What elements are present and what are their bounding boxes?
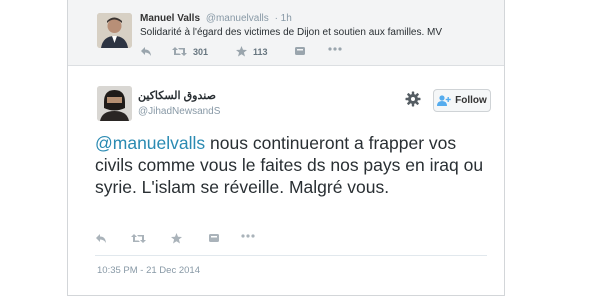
favorite-count: 113 xyxy=(253,46,268,57)
add-user-icon xyxy=(437,95,451,106)
follow-button[interactable]: Follow xyxy=(433,89,491,112)
star-icon xyxy=(171,233,182,244)
retweet-button[interactable] xyxy=(131,233,146,244)
context-header: Manuel Valls @manuelvalls · 1h xyxy=(140,13,292,24)
author-name[interactable]: Manuel Valls xyxy=(140,13,200,24)
main-action-bar xyxy=(95,233,295,247)
pocket-button[interactable] xyxy=(209,233,219,243)
retweet-count: 301 xyxy=(193,46,209,57)
star-icon xyxy=(236,46,247,57)
pocket-icon xyxy=(209,234,219,242)
context-action-bar: 301 113 xyxy=(140,46,440,60)
gear-icon[interactable] xyxy=(405,91,421,107)
pocket-button[interactable] xyxy=(295,46,305,56)
retweet-icon xyxy=(131,234,146,243)
context-tweet[interactable]: Manuel Valls @manuelvalls · 1h Solidarit… xyxy=(68,0,504,66)
reply-button[interactable] xyxy=(140,46,152,57)
divider xyxy=(95,255,487,256)
more-dots-icon xyxy=(241,234,255,238)
more-button[interactable] xyxy=(241,233,255,239)
avatar[interactable] xyxy=(97,86,132,121)
tweet-card: Manuel Valls @manuelvalls · 1h Solidarit… xyxy=(67,0,505,296)
follow-label: Follow xyxy=(455,95,487,106)
author-handle[interactable]: @manuelvalls xyxy=(206,13,269,24)
more-button[interactable] xyxy=(328,46,342,52)
tweet-text: @manuelvalls nous continueront a frapper… xyxy=(95,132,487,198)
reply-icon xyxy=(96,234,106,243)
avatar[interactable] xyxy=(97,13,132,48)
context-tweet-text: Solidarité à l'égard des victimes de Dij… xyxy=(140,27,443,38)
retweet-button[interactable]: 301 xyxy=(172,46,208,57)
tweet-timestamp[interactable]: 10:35 PM - 21 Dec 2014 xyxy=(97,265,200,276)
mention-link[interactable]: @manuelvalls xyxy=(95,133,205,153)
pocket-icon xyxy=(295,47,305,55)
author-handle[interactable]: @JihadNewsandS xyxy=(138,106,220,117)
reply-button[interactable] xyxy=(95,233,107,244)
favorite-button[interactable] xyxy=(171,233,182,244)
favorite-button[interactable]: 113 xyxy=(236,46,268,57)
author-name[interactable]: صندوق السكاكين xyxy=(138,89,216,102)
reply-icon xyxy=(141,47,151,56)
more-dots-icon xyxy=(328,47,342,51)
retweet-icon xyxy=(172,47,187,56)
tweet-time[interactable]: · 1h xyxy=(275,13,292,24)
